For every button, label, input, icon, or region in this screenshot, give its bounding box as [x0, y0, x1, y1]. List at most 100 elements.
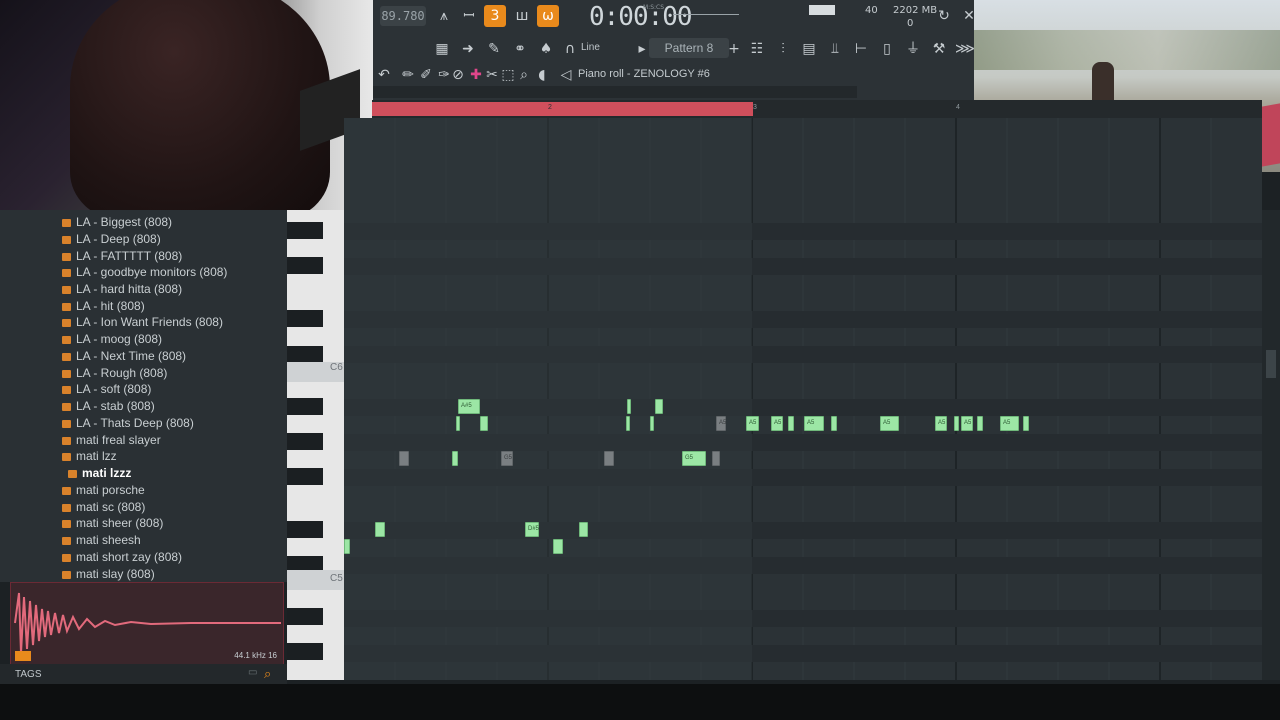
note-a5-ghost[interactable]: A5	[716, 416, 726, 431]
note-a5[interactable]: A5	[771, 416, 783, 431]
sample-preview[interactable]: 44.1 kHz 16	[10, 582, 284, 666]
back-icon[interactable]: ↶	[373, 64, 395, 86]
black-key[interactable]	[287, 398, 323, 415]
browser-item[interactable]: LA - Biggest (808)	[62, 214, 172, 230]
note[interactable]	[831, 416, 837, 431]
note[interactable]	[480, 416, 488, 431]
snap-label[interactable]: Line	[581, 42, 600, 53]
note[interactable]	[627, 399, 631, 414]
browser-item[interactable]: LA - Ion Want Friends (808)	[62, 314, 223, 330]
piano-roll-icon[interactable]: ▤	[798, 38, 820, 60]
playlist-icon[interactable]: ☷	[746, 38, 768, 60]
black-key[interactable]	[287, 521, 323, 538]
note-a5s[interactable]: A#5	[458, 399, 480, 414]
add-pattern-icon[interactable]: +	[723, 38, 745, 60]
channel-rack-icon[interactable]: ⫶	[772, 38, 794, 60]
black-key[interactable]	[287, 310, 323, 327]
stamp-icon[interactable]: ♠	[535, 38, 557, 60]
note-g5-ghost[interactable]: G5	[501, 451, 513, 466]
note[interactable]	[579, 522, 588, 537]
note-ghost[interactable]	[604, 451, 614, 466]
note[interactable]	[553, 539, 563, 554]
black-key[interactable]	[287, 346, 323, 363]
note-d5s[interactable]: D#5	[525, 522, 539, 537]
browser-item[interactable]: mati sheesh	[62, 532, 141, 548]
volume-icon[interactable]: ◁	[555, 64, 577, 86]
link-icon[interactable]: ⚭	[509, 38, 531, 60]
browser-icon[interactable]: ⊢	[850, 38, 872, 60]
vertical-scrollbar[interactable]	[1262, 210, 1280, 680]
browser-item[interactable]: mati sheer (808)	[62, 515, 163, 531]
browser-item[interactable]: mati slay (808)	[62, 566, 155, 582]
note[interactable]	[650, 416, 654, 431]
loop-record-icon[interactable]: ω	[537, 5, 559, 27]
brush-icon[interactable]: ✎	[483, 38, 505, 60]
browser-item[interactable]: LA - Next Time (808)	[62, 348, 186, 364]
magnet-icon[interactable]: ∩	[559, 38, 581, 60]
note-a5[interactable]: A5	[746, 416, 759, 431]
black-key[interactable]	[287, 608, 323, 625]
note[interactable]	[375, 522, 385, 537]
browser-item[interactable]: LA - Rough (808)	[62, 365, 167, 381]
note[interactable]	[1023, 416, 1029, 431]
piano-keys[interactable]	[287, 210, 344, 680]
browser-item[interactable]: mati lzz	[62, 448, 117, 464]
loop-region[interactable]	[372, 102, 753, 116]
browser-item[interactable]: LA - Thats Deep (808)	[62, 415, 194, 431]
piano-roll-grid[interactable]: A#5 A5 A5 A5 A5 A5 A5 A5 A5 G5 G5 D#5	[344, 118, 1262, 680]
metronome-icon[interactable]: ⩚	[433, 5, 455, 27]
wait-record-icon[interactable]: ꟷ	[458, 5, 480, 27]
step-edit-icon[interactable]: ш	[511, 5, 533, 27]
black-key[interactable]	[287, 433, 323, 450]
browser-item[interactable]: LA - stab (808)	[62, 398, 155, 414]
plugin-icon[interactable]: ⏚	[902, 38, 924, 60]
black-key[interactable]	[287, 468, 323, 485]
folder-icon[interactable]: ▭	[248, 667, 257, 678]
note-ghost[interactable]	[399, 451, 409, 466]
note[interactable]	[977, 416, 983, 431]
browser-item[interactable]: LA - Deep (808)	[62, 231, 161, 247]
refresh-icon[interactable]: ↻	[933, 5, 955, 27]
note[interactable]	[655, 399, 663, 414]
time-display[interactable]: 0:00:00	[589, 2, 693, 32]
scroll-thumb[interactable]	[1266, 350, 1276, 378]
tools-icon[interactable]: ⚒	[928, 38, 950, 60]
note[interactable]	[344, 539, 350, 554]
browser-item[interactable]: mati freal slayer	[62, 432, 161, 448]
browser-item[interactable]: mati porsche	[62, 482, 145, 498]
note-a5[interactable]: A5	[935, 416, 947, 431]
master-volume-line[interactable]	[673, 14, 739, 15]
search-icon[interactable]: ⌕	[264, 666, 271, 682]
note[interactable]	[626, 416, 630, 431]
speaker-icon[interactable]: ◖	[531, 64, 553, 86]
play-preview-icon[interactable]	[15, 651, 31, 661]
browser-item[interactable]: mati short zay (808)	[62, 549, 182, 565]
browser-item[interactable]: LA - FATTTTT (808)	[62, 248, 182, 264]
note[interactable]	[954, 416, 959, 431]
note-a5[interactable]: A5	[804, 416, 824, 431]
browser-item[interactable]: LA - hard hitta (808)	[62, 281, 182, 297]
note[interactable]	[456, 416, 460, 431]
note-a5[interactable]: A5	[1000, 416, 1019, 431]
black-key[interactable]	[287, 257, 323, 274]
piano-icon[interactable]: ▦	[431, 38, 453, 60]
arrow-right-icon[interactable]: ➜	[457, 38, 479, 60]
browser-item[interactable]: mati sc (808)	[62, 499, 145, 515]
browser-item[interactable]: LA - goodbye monitors (808)	[62, 264, 227, 280]
document-icon[interactable]: ▯	[876, 38, 898, 60]
tempo-display[interactable]: 89.780	[380, 6, 426, 26]
note[interactable]	[788, 416, 794, 431]
pattern-selector[interactable]: Pattern 8	[649, 38, 729, 58]
browser-item[interactable]: LA - hit (808)	[62, 298, 145, 314]
black-key[interactable]	[287, 222, 323, 239]
note-a5[interactable]: A5	[961, 416, 973, 431]
countdown-icon[interactable]: 3	[484, 5, 506, 27]
black-key[interactable]	[287, 643, 323, 660]
note-a5[interactable]: A5	[880, 416, 899, 431]
timeline-ruler[interactable]: 2 3 4	[372, 100, 1262, 118]
more-icon[interactable]: ⋙	[954, 38, 976, 60]
note-ghost[interactable]	[712, 451, 720, 466]
note[interactable]	[452, 451, 458, 466]
browser-item-selected[interactable]: mati lzzz	[68, 465, 131, 481]
browser-item[interactable]: LA - moog (808)	[62, 331, 162, 347]
